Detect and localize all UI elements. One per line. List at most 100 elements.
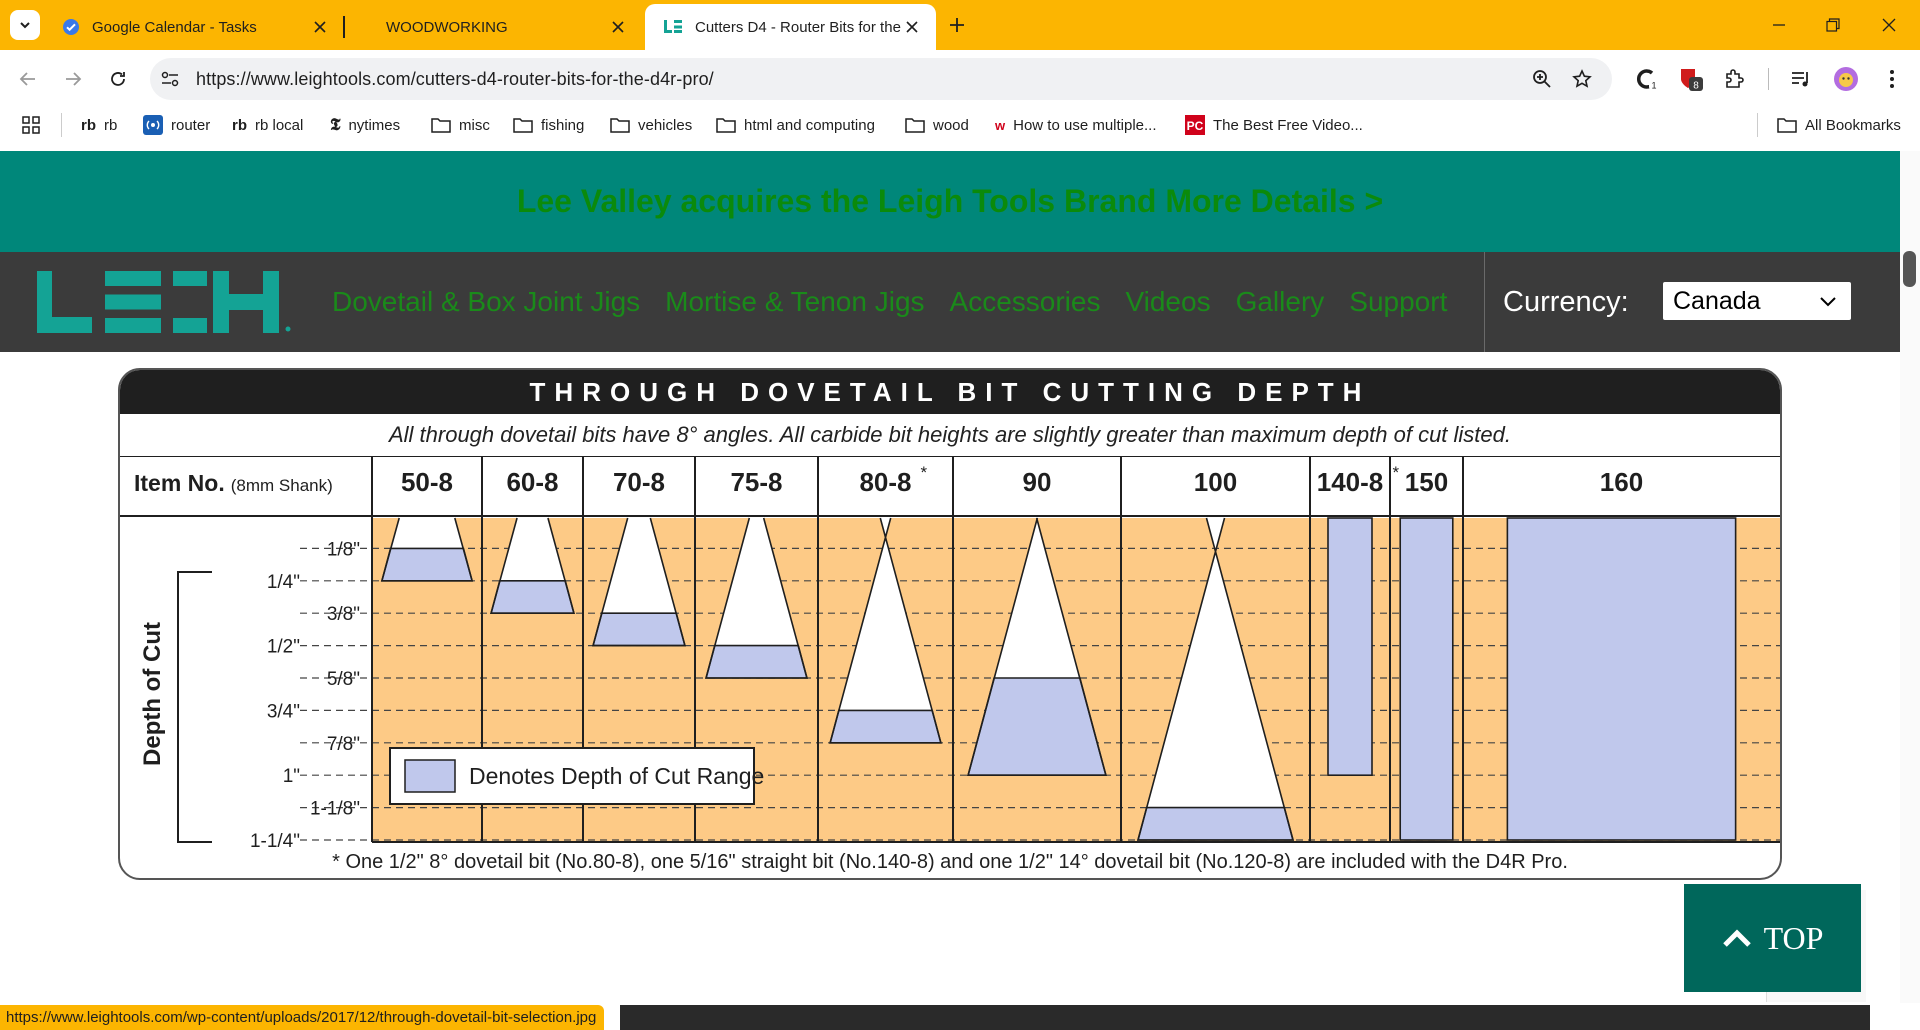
bookmark-label: All Bookmarks — [1805, 116, 1901, 134]
reload-button[interactable] — [101, 62, 135, 96]
currency-label: Currency: — [1503, 286, 1629, 318]
currency-value: Canada — [1673, 286, 1761, 315]
url-text[interactable]: https://www.leightools.com/cutters-d4-ro… — [196, 58, 714, 100]
depth-tick-label: 1/4" — [267, 572, 300, 593]
nav-link-accessories[interactable]: Accessories — [950, 286, 1101, 318]
bit-item-label: 100 — [1194, 467, 1237, 497]
nytimes-icon: 𝕿 — [330, 115, 341, 134]
bookmark-html-and-computing[interactable]: html and computing — [716, 114, 875, 136]
extension-shield-icon: 8 — [1681, 69, 1703, 92]
top-label: TOP — [1763, 919, 1824, 956]
close-tab-icon[interactable] — [902, 17, 922, 37]
tab-woodworking[interactable]: WOODWORKING — [346, 4, 642, 50]
bookmark-misc[interactable]: misc — [431, 114, 490, 136]
arrow-left-icon — [19, 72, 35, 86]
folder-icon — [905, 117, 925, 133]
tab-google-calendar[interactable]: Google Calendar - Tasks — [44, 4, 344, 50]
chevron-down-icon — [1820, 297, 1836, 307]
depth-tick-label: 5/8" — [327, 669, 360, 690]
depth-of-cut-range — [705, 644, 808, 679]
nav-link-dovetail-box-joint-jigs[interactable]: Dovetail & Box Joint Jigs — [332, 286, 640, 318]
bookmark-how-to-use-multiple[interactable]: w How to use multiple... — [995, 114, 1157, 136]
tab-cutters-d4[interactable]: Cutters D4 - Router Bits for the — [645, 4, 936, 50]
media-controls-button[interactable] — [1784, 62, 1818, 96]
depth-tick-label: 3/4" — [267, 701, 300, 722]
bit-item-label: 50-8 — [401, 467, 453, 497]
asterisk-mark: * — [1393, 463, 1400, 482]
bookmark-rb-local[interactable]: rb rb local — [232, 114, 303, 136]
depth-tick-label: 1-1/8" — [310, 799, 360, 820]
depth-tick-label: 3/8" — [327, 604, 360, 625]
svg-text:PC: PC — [1187, 119, 1204, 133]
profile-button[interactable] — [1829, 62, 1863, 96]
folder-icon — [513, 117, 533, 133]
tab-search-button[interactable] — [10, 10, 40, 40]
nav-link-gallery[interactable]: Gallery — [1236, 286, 1325, 318]
bookmark-nytimes[interactable]: 𝕿nytimes — [330, 114, 400, 136]
minimize-button[interactable] — [1752, 0, 1806, 50]
chevron-up-icon — [1722, 929, 1751, 947]
bookmark-router[interactable]: router — [143, 114, 210, 136]
zoom-button[interactable] — [1525, 62, 1559, 96]
depth-of-cut-range — [380, 547, 474, 582]
all-bookmarks-button[interactable]: All Bookmarks — [1777, 114, 1901, 136]
browser-menu-button[interactable] — [1875, 62, 1909, 96]
close-tab-icon[interactable] — [608, 17, 628, 37]
chart-subtitle: All through dovetail bits have 8° angles… — [388, 422, 1512, 447]
leigh-logo[interactable] — [37, 271, 295, 333]
apps-button[interactable] — [22, 114, 40, 136]
pcmag-icon: PC — [1185, 115, 1205, 135]
new-tab-button[interactable] — [944, 12, 970, 38]
restore-icon — [1826, 18, 1840, 32]
close-icon — [1882, 18, 1896, 32]
depth-of-cut-range — [829, 709, 942, 744]
back-to-top-button[interactable]: TOP — [1684, 884, 1861, 992]
bookmark-rb[interactable]: rb rb — [81, 114, 117, 136]
bookmark-best-free-video[interactable]: PC The Best Free Video... — [1185, 114, 1363, 136]
depth-of-cut-range — [592, 612, 686, 647]
wikihow-icon: w — [995, 117, 1006, 133]
legend: Denotes Depth of Cut Range — [389, 747, 764, 805]
bookmark-star-button[interactable] — [1565, 62, 1599, 96]
bookmark-fishing[interactable]: fishing — [513, 114, 584, 136]
bookmark-label: fishing — [541, 116, 585, 134]
bookmark-label: router — [171, 116, 211, 134]
through-dovetail-chart: THROUGH DOVETAIL BIT CUTTING DEPTH All t… — [118, 368, 1782, 880]
bookmark-label: vehicles — [638, 116, 693, 134]
extension-2-button[interactable]: 8 — [1674, 62, 1708, 96]
playlist-icon — [1792, 72, 1808, 87]
bookmark-wood[interactable]: wood — [905, 114, 969, 136]
depth-of-cut-range — [1136, 806, 1295, 841]
chevron-down-icon — [20, 22, 30, 29]
banner-text[interactable]: Lee Valley acquires the Leigh Tools Bran… — [517, 183, 1383, 220]
bit-item-label: 80-8 — [859, 467, 911, 497]
status-bar-url: https://www.leightools.com/wp-content/up… — [0, 1005, 605, 1030]
tab-separator — [343, 16, 345, 38]
chart-graphic: Item No. (8mm Shank) Depth of Cut 1/8" 1/4… — [120, 456, 1780, 873]
close-tab-icon[interactable] — [310, 17, 330, 37]
depth-of-cut-range — [490, 580, 575, 614]
bookmark-label: html and computing — [744, 116, 875, 134]
reload-icon — [111, 72, 125, 86]
rb-icon: rb — [81, 116, 96, 134]
nav-link-videos[interactable]: Videos — [1125, 286, 1210, 318]
currency-select[interactable]: Canada — [1663, 282, 1851, 320]
bookmark-vehicles[interactable]: vehicles — [610, 114, 692, 136]
bookmark-label: rb local — [255, 116, 304, 134]
forward-button[interactable] — [56, 62, 90, 96]
bookmark-label: The Best Free Video... — [1213, 116, 1363, 134]
back-button[interactable] — [11, 62, 45, 96]
site-info-icon[interactable] — [160, 70, 180, 88]
extensions-button[interactable] — [1718, 62, 1752, 96]
bit-item-label: 150 — [1405, 467, 1448, 497]
announcement-banner[interactable]: Lee Valley acquires the Leigh Tools Bran… — [0, 151, 1900, 252]
router-icon — [143, 115, 163, 135]
scrollbar-thumb[interactable] — [1903, 251, 1916, 287]
extension-1-button[interactable]: 1 — [1630, 62, 1664, 96]
avatar — [1834, 67, 1858, 91]
restore-button[interactable] — [1806, 0, 1860, 50]
nav-link-mortise-tenon-jigs[interactable]: Mortise & Tenon Jigs — [665, 286, 924, 318]
legend-swatch — [404, 759, 456, 793]
nav-link-support[interactable]: Support — [1349, 286, 1447, 318]
close-window-button[interactable] — [1862, 0, 1916, 50]
